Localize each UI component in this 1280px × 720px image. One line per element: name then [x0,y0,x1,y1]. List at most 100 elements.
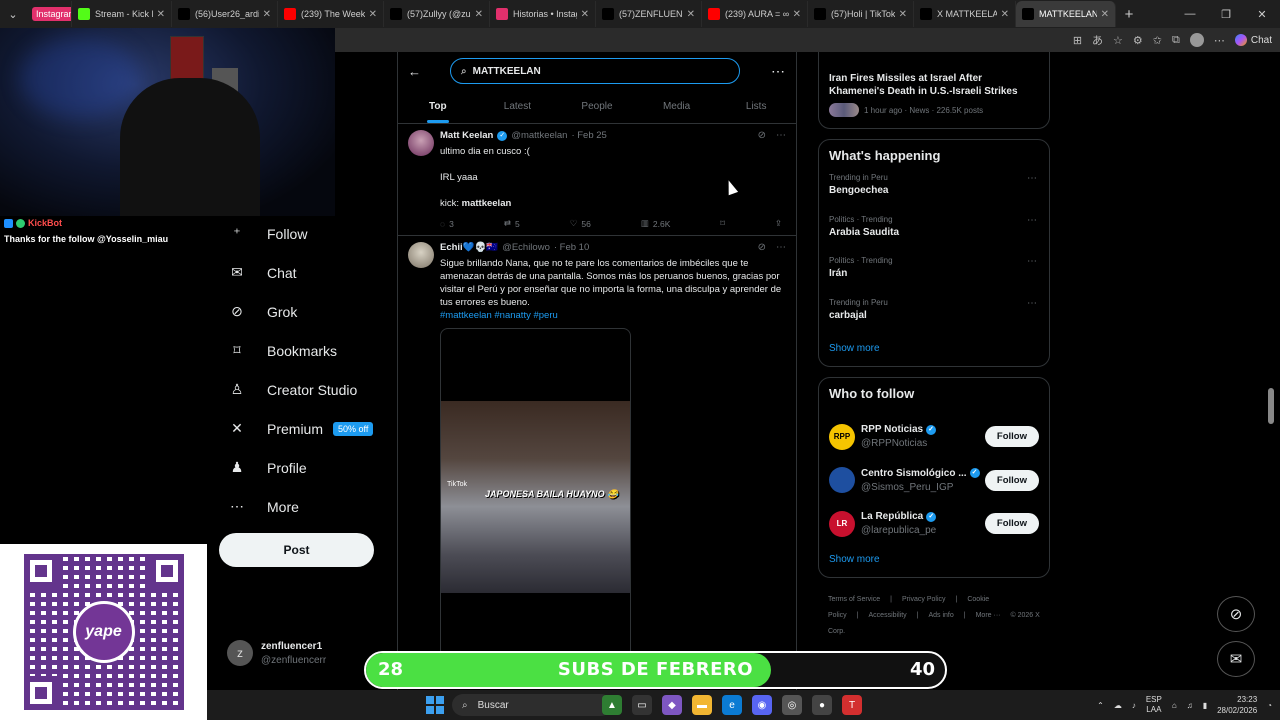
footer-link[interactable]: More ··· [976,612,1001,619]
tweet-more-icon[interactable]: ⋯ [776,242,786,253]
tweet-author-handle[interactable]: @mattkeelan [511,130,567,141]
back-arrow-icon[interactable]: ← [408,64,438,79]
clock[interactable]: 23:23 28/02/2026 [1217,694,1257,716]
minimize-icon[interactable]: — [1172,8,1208,20]
trend-item[interactable]: Trending in Peru carbajal ⋯ [829,298,1039,340]
tab-close-icon[interactable]: ✕ [793,9,801,20]
tray-overflow-icon[interactable]: ⌃ [1097,701,1104,710]
more-options-icon[interactable]: ⋯ [771,63,786,80]
volume-icon[interactable]: ♫ [1187,701,1193,710]
avatar[interactable] [408,242,434,268]
apps-icon[interactable]: ⊞ [1073,34,1082,47]
trend-more-icon[interactable]: ⋯ [1027,256,1037,267]
grok-fab-button[interactable]: ⊘ [1217,596,1255,632]
tab-people[interactable]: People [557,90,637,123]
browser-tab[interactable]: Instagram [26,1,72,27]
browser-tab[interactable]: (57)Zullyy (@zullyy ✕ [384,1,490,27]
tweet-author-handle[interactable]: @Echilowo [502,242,550,253]
obs-icon[interactable]: ● [812,695,832,715]
tweet-author-name[interactable]: Echii💙💀🇦🇺 [440,242,498,253]
windows-start-icon[interactable] [426,696,444,714]
edge-icon[interactable]: e [722,695,742,715]
nav-item-chat[interactable]: ✉ Chat [218,253,388,292]
tab-group-label[interactable]: Instagram [32,7,71,21]
close-window-icon[interactable]: ✕ [1244,8,1280,21]
discord-icon[interactable]: ◉ [752,695,772,715]
repost-button[interactable]: ⇄ 5 [504,218,520,229]
tweet-author-name[interactable]: Matt Keelan [440,130,493,141]
grok-icon[interactable]: ⊘ [758,242,766,253]
favorite-star-icon[interactable]: ☆ [1113,34,1123,47]
tweet[interactable]: Echii💙💀🇦🇺 @Echilowo · Feb 10 ⊘ ⋯ Sigue b… [398,236,796,664]
favorites-icon[interactable]: ✩ [1153,34,1162,47]
trend-item[interactable]: Trending in Peru Bengoechea ⋯ [829,173,1039,215]
account-name[interactable]: La República ✓ [861,511,937,522]
tab-close-icon[interactable]: ✕ [1101,9,1109,20]
tweet-hashtags[interactable]: #mattkeelan #nanatty #peru [440,309,786,322]
nav-item-creator-studio[interactable]: ♙ Creator Studio [218,370,388,409]
avatar[interactable] [408,130,434,156]
tweet[interactable]: Matt Keelan ✓ @mattkeelan · Feb 25 ⊘ ⋯ u… [398,124,796,236]
like-button[interactable]: ♡ 56 [570,218,591,229]
tab-close-icon[interactable]: ✕ [899,9,907,20]
copilot-app-icon[interactable]: ◆ [662,695,682,715]
tab-actions-icon[interactable]: ⌄ [0,0,26,28]
news-card[interactable]: Iran Fires Missiles at Israel After Kham… [818,52,1050,129]
bookmark-button[interactable]: ⌑ [720,218,724,229]
tab-close-icon[interactable]: ✕ [263,9,271,20]
browser-tab[interactable]: Stream - Kick Dash ✕ [72,1,172,27]
tweet-more-icon[interactable]: ⋯ [776,130,786,141]
collections-icon[interactable]: ⧉ [1172,34,1180,47]
messages-fab-button[interactable]: ✉ [1217,641,1255,677]
follow-suggestion[interactable]: RPP RPP Noticias ✓ @RPPNoticias Follow [829,415,1039,459]
footer-link[interactable]: Terms of Service [828,596,880,603]
tab-media[interactable]: Media [637,90,717,123]
avatar[interactable]: LR [829,510,855,537]
app-icon[interactable]: ◎ [782,695,802,715]
extensions-icon[interactable]: ⚙ [1133,34,1143,47]
browser-tab[interactable]: Historias • Instagra ✕ [490,1,596,27]
tab-close-icon[interactable]: ✕ [475,9,483,20]
taskbar-search[interactable]: ⌕ Buscar [452,694,612,716]
footer-link[interactable]: Ads info [928,612,953,619]
tab-close-icon[interactable]: ✕ [687,9,695,20]
follow-button[interactable]: Follow [984,513,1039,535]
network-icon[interactable]: ⌂ [1172,701,1177,710]
search-input[interactable]: ⌕ MATTKEELAN [450,58,740,84]
tab-close-icon[interactable]: ✕ [369,9,377,20]
trend-more-icon[interactable]: ⋯ [1027,173,1037,184]
trend-more-icon[interactable]: ⋯ [1027,215,1037,226]
browser-tab[interactable]: (239) AURA = ∞ ✕ [702,1,808,27]
mic-icon[interactable]: ♪ [1132,701,1136,710]
show-more-link[interactable]: Show more [829,554,1039,569]
tab-close-icon[interactable]: ✕ [1001,9,1009,20]
post-button[interactable]: Post [219,533,374,567]
nav-item-premium[interactable]: ✕ Premium 50% off [218,409,388,448]
scrollbar[interactable] [1268,388,1274,424]
follow-button[interactable]: Follow [984,426,1039,448]
browser-tab[interactable]: (57)ZENFLUENCER ✕ [596,1,702,27]
footer-link[interactable]: Accessibility [869,612,907,619]
cloud-icon[interactable]: ☁ [1114,701,1122,710]
language-indicator[interactable]: ESP LAA [1146,695,1162,715]
browser-tab[interactable]: (239) The Weeknd ✕ [278,1,384,27]
battery-icon[interactable]: ▮ [1203,701,1207,710]
follow-suggestion[interactable]: LR La República ✓ @larepublica_pe Follow [829,502,1039,546]
nav-item-follow[interactable]: ⁺ Follow [218,214,388,253]
nav-item-grok[interactable]: ⊘ Grok [218,292,388,331]
account-name[interactable]: RPP Noticias ✓ [861,424,937,435]
tf-app-icon[interactable]: T [842,695,862,715]
browser-menu-icon[interactable]: ⋯ [1214,34,1225,47]
tab-close-icon[interactable]: ✕ [581,9,589,20]
task-view-icon[interactable]: ▭ [632,695,652,715]
account-switcher[interactable]: z zenfluencer1 @zenfluencerr [227,640,326,666]
browser-profile-avatar[interactable] [1189,33,1204,47]
reply-button[interactable]: ◌ 3 [440,218,454,229]
grok-icon[interactable]: ⊘ [758,130,766,141]
tweet-video[interactable]: TikTok JAPONESA BAILA HUAYNO 😂 [440,328,631,658]
browser-tab[interactable]: (56)User26_ardillita ✕ [172,1,278,27]
show-more-link[interactable]: Show more [829,343,1039,358]
tweet-date[interactable]: · Feb 10 [554,242,589,253]
tab-lists[interactable]: Lists [716,90,796,123]
share-button[interactable]: ⇪ [775,218,782,229]
